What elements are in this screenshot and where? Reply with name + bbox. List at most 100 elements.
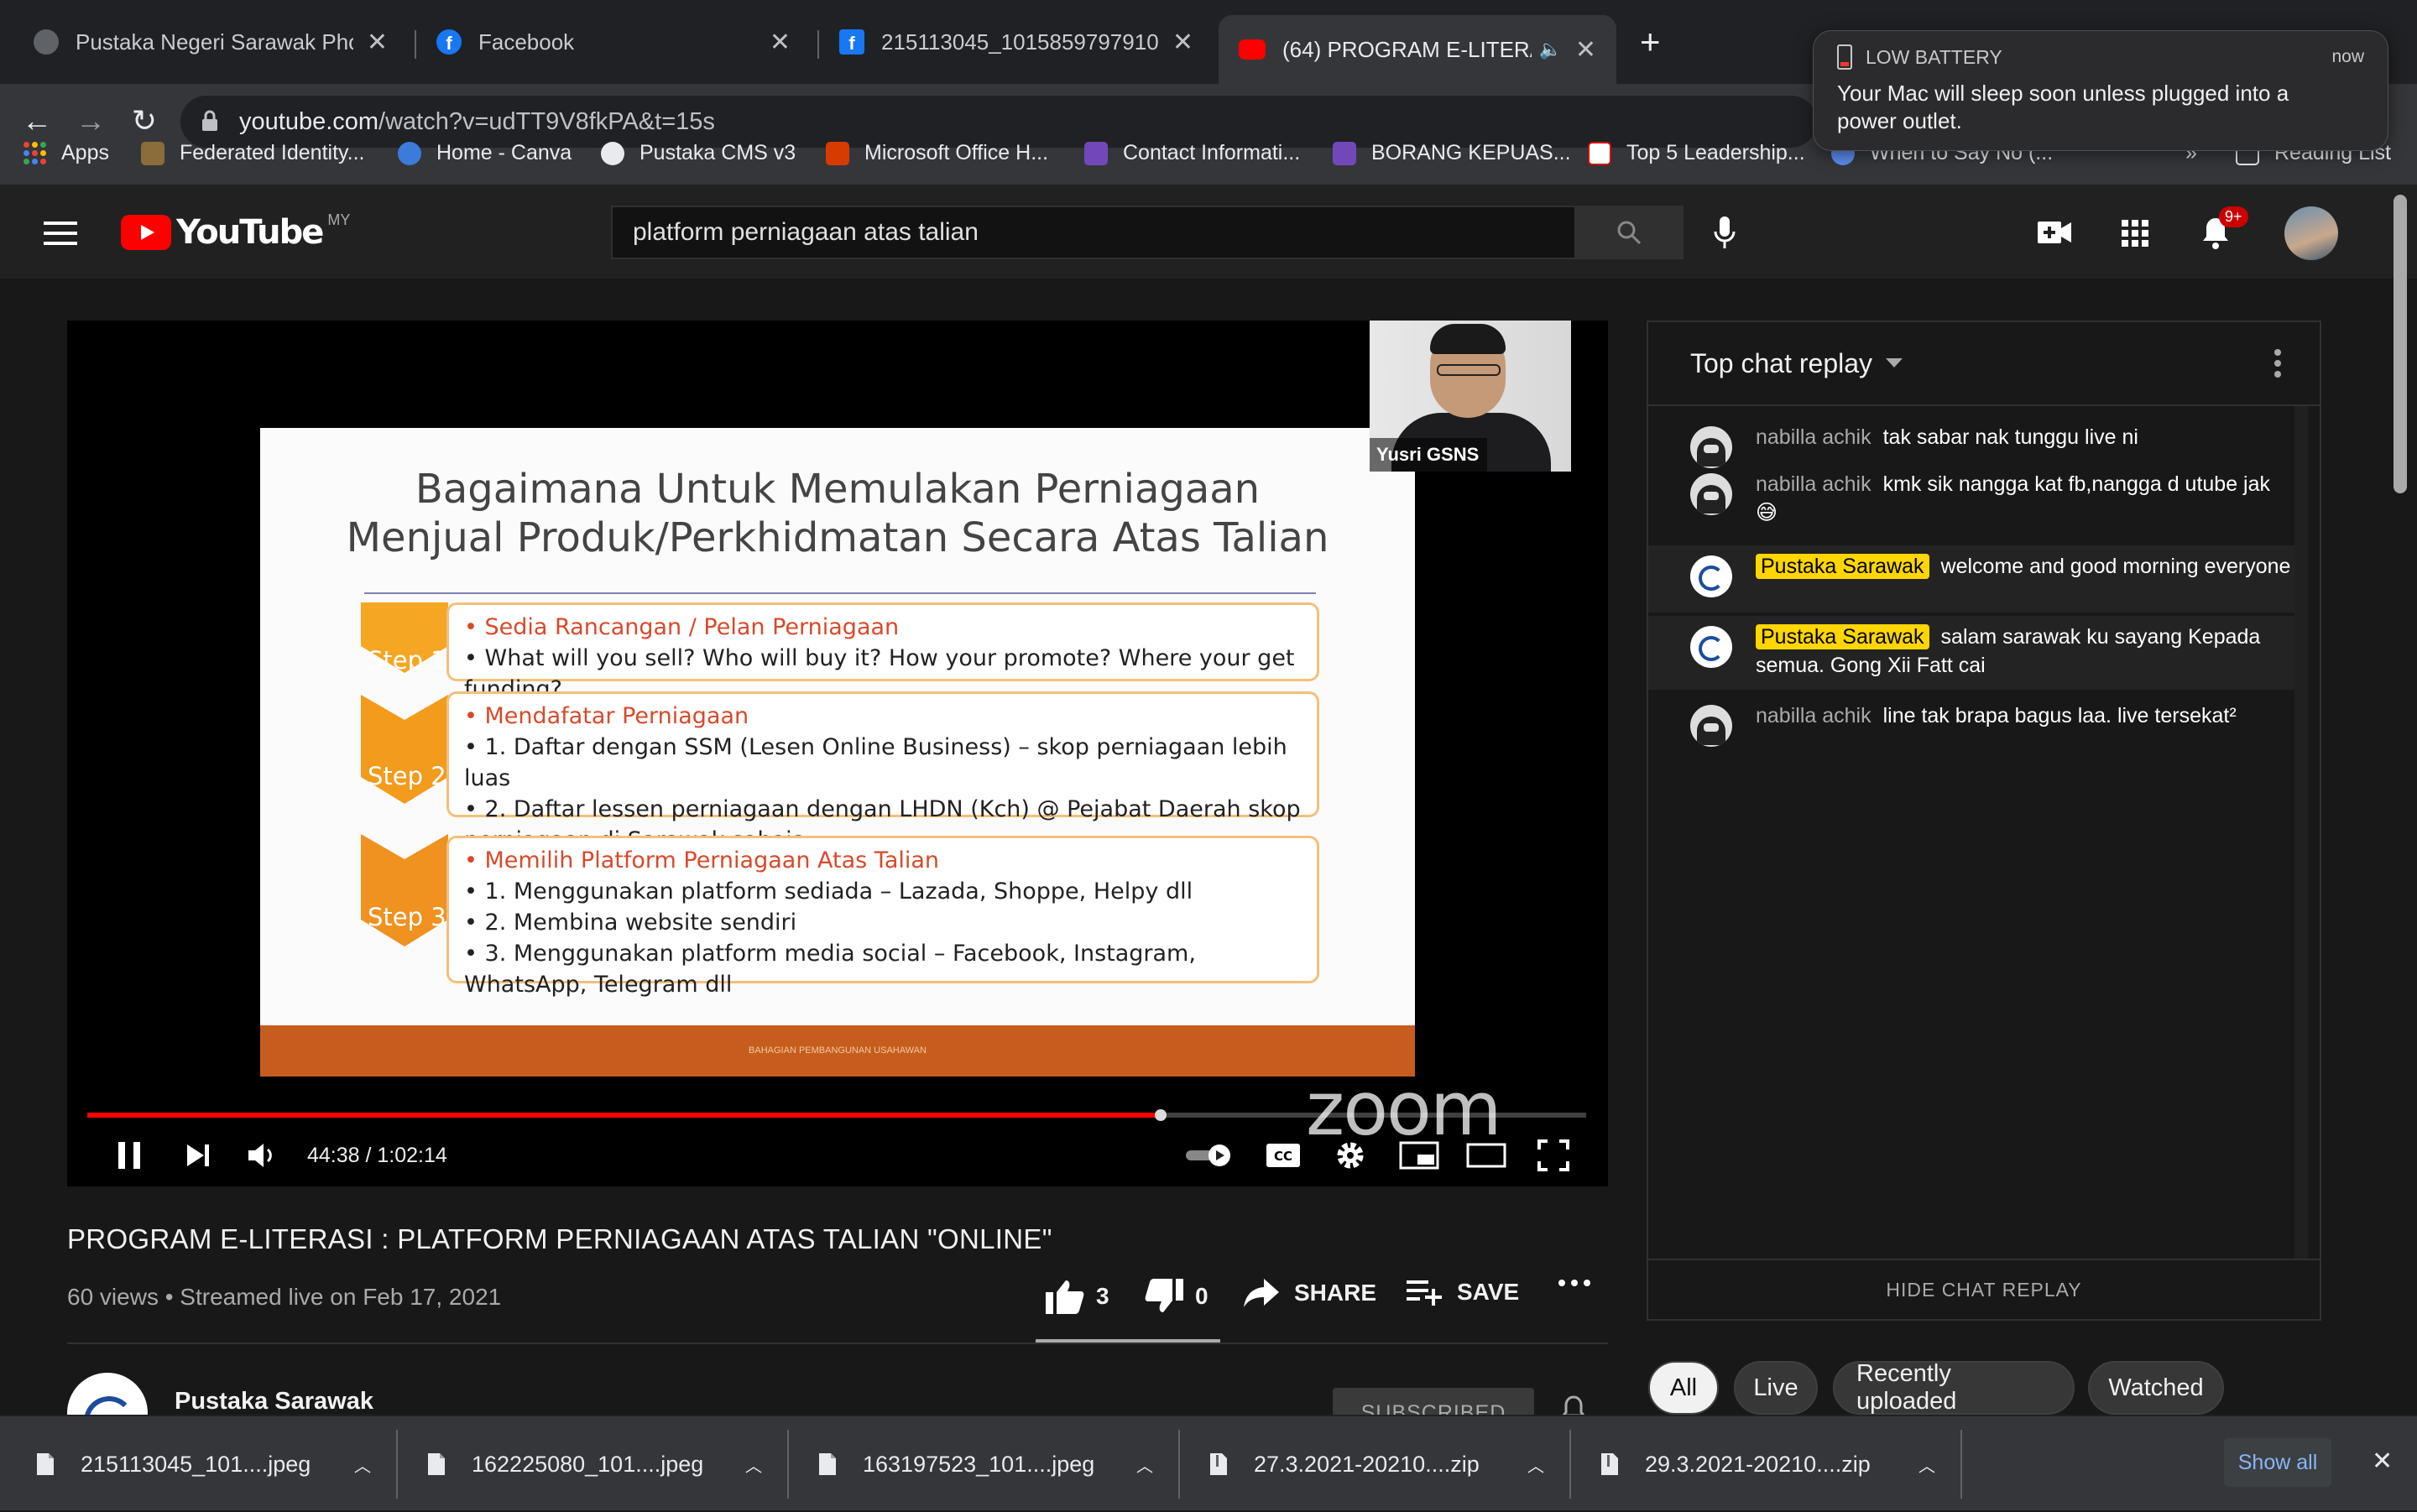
channel-name[interactable]: Pustaka Sarawak (175, 1388, 373, 1416)
settings-button[interactable] (1329, 1130, 1371, 1181)
step-2-box: Mendafatar Perniagaan 1. Daftar dengan S… (446, 691, 1319, 853)
bookmark-contact-information[interactable]: Contact Informati... (1084, 141, 1300, 165)
forward-button[interactable]: → (70, 101, 111, 141)
slide-footer: BAHAGIAN PEMBANGUNAN USAHAWAN (260, 1025, 1415, 1077)
tab-facebook[interactable]: f Facebook ✕ (416, 15, 811, 69)
theater-mode-button[interactable] (1464, 1130, 1509, 1181)
bookmark-borang-kepuasan[interactable]: BORANG KEPUAS... (1333, 141, 1571, 165)
create-video-button[interactable] (2038, 220, 2071, 245)
pause-button[interactable] (111, 1130, 148, 1181)
close-downloads-icon[interactable]: ✕ (2372, 1447, 2393, 1476)
download-item[interactable]: 29.3.2021-20210....zip ︿ (1600, 1416, 1952, 1512)
bookmark-top-5-leadership[interactable]: Top 5 Leadership... (1588, 141, 1805, 165)
chat-message: nabilla achik tak sabar nak tunggu live n… (1648, 416, 2294, 468)
step-3-box: Memilih Platform Perniagaan Atas Talian … (446, 836, 1319, 998)
chevron-up-icon[interactable]: ︿ (354, 1452, 371, 1477)
mute-button[interactable] (243, 1130, 280, 1181)
progress-bar[interactable] (87, 1109, 1586, 1121)
speaker-camera: Yusri GSNS (1370, 321, 1571, 472)
download-item[interactable]: 27.3.2021-20210....zip ︿ (1208, 1416, 1561, 1512)
bookmark-pustaka-cms[interactable]: Pustaka CMS v3 (601, 141, 796, 165)
chevron-up-icon[interactable]: ︿ (1918, 1452, 1935, 1477)
tab-title: Facebook (478, 29, 575, 55)
close-icon[interactable]: ✕ (1575, 35, 1596, 65)
more-vertical-icon[interactable] (2274, 349, 2281, 378)
region-code: MY (327, 211, 351, 228)
chat-mode-dropdown[interactable]: Top chat replay (1690, 348, 1872, 379)
save-button[interactable]: SAVE (1407, 1279, 1519, 1306)
back-button[interactable]: ← (17, 101, 57, 141)
step-1-box: Sedia Rancangan / Pelan Perniagaan What … (446, 602, 1319, 702)
subtitles-button[interactable]: CC (1262, 1130, 1304, 1181)
chat-scrollbar[interactable] (2294, 406, 2308, 1259)
chip-live[interactable]: Live (1734, 1361, 1818, 1415)
download-item[interactable]: 162225080_101....jpeg ︿ (426, 1416, 779, 1512)
chevron-up-icon[interactable]: ︿ (1527, 1452, 1544, 1477)
slide-title-line1: Bagaimana Untuk Memulakan Perniagaan (415, 466, 1261, 513)
chat-text: welcome and good morning everyone (1940, 555, 2291, 578)
low-battery-notification[interactable]: LOW BATTERY now Your Mac will sleep soon… (1813, 30, 2388, 151)
chat-avatar (1690, 473, 1732, 515)
youtube-logo[interactable]: YouTube MY (121, 211, 351, 252)
tab-facebook-image[interactable]: f 215113045_10158597979106223 ✕ (819, 15, 1214, 69)
more-horizontal-icon (1558, 1280, 1590, 1286)
like-button[interactable]: 3 (1046, 1279, 1109, 1314)
chip-recently-uploaded[interactable]: Recently uploaded (1833, 1360, 2075, 1415)
bookmark-microsoft-office[interactable]: Microsoft Office H... (826, 141, 1048, 165)
globe-icon (601, 141, 624, 165)
bookmark-apps[interactable]: Apps (23, 141, 109, 165)
chevron-up-icon[interactable]: ︿ (745, 1452, 762, 1477)
youtube-play-icon (121, 215, 171, 250)
chat-avatar (1690, 626, 1732, 668)
forms-icon (1333, 141, 1356, 165)
address-bar[interactable]: youtube.com/watch?v=udTT9V8fkPA&t=15s (180, 96, 1817, 148)
chat-author: nabilla achik (1756, 472, 1871, 496)
file-icon (428, 1453, 445, 1475)
download-item[interactable]: 215113045_101....jpeg ︿ (35, 1416, 388, 1512)
bookmark-federated-identity[interactable]: Federated Identity... (141, 141, 365, 165)
autoplay-toggle[interactable] (1183, 1130, 1235, 1181)
hide-chat-replay-button[interactable]: HIDE CHAT REPLAY (1648, 1259, 2320, 1319)
address-path: /watch?v=udTT9V8fkPA&t=15s (378, 107, 715, 135)
tab-pustaka-photo[interactable]: Pustaka Negeri Sarawak Photo ✕ (13, 15, 408, 69)
reload-button[interactable]: ↻ (124, 101, 164, 141)
closed-captions-icon: CC (1266, 1144, 1300, 1167)
page-scrollbar[interactable] (2394, 195, 2407, 493)
menu-icon[interactable] (44, 222, 77, 245)
close-icon[interactable]: ✕ (1172, 28, 1193, 57)
more-actions-button[interactable] (1558, 1279, 1591, 1287)
bookmark-canva[interactable]: Home - Canva (398, 141, 572, 165)
chevron-down-icon[interactable] (1886, 358, 1903, 368)
netflix-style-icon (1588, 141, 1611, 165)
apps-button[interactable] (2122, 220, 2148, 247)
search-input[interactable]: platform perniagaan atas talian (611, 206, 1576, 259)
close-icon[interactable]: ✕ (770, 28, 791, 57)
search-button[interactable] (1574, 206, 1684, 259)
chat-text: line tak brapa bagus laa. live tersekat² (1882, 704, 2237, 727)
live-chat-panel: Top chat replay nabilla achik tak sabar n… (1647, 321, 2321, 1321)
dislike-button[interactable]: 0 (1145, 1279, 1208, 1314)
chip-all[interactable]: All (1648, 1361, 1719, 1415)
file-icon (819, 1453, 836, 1475)
video-player[interactable]: Bagaimana Untuk Memulakan Perniagaan Men… (67, 321, 1608, 1186)
notifications-button[interactable]: 9+ (2200, 206, 2248, 250)
thumbs-down-icon (1145, 1279, 1183, 1312)
show-all-downloads-button[interactable]: Show all (2224, 1438, 2331, 1487)
miniplayer-button[interactable] (1396, 1130, 1442, 1181)
share-button[interactable]: SHARE (1244, 1279, 1376, 1307)
new-tab-button[interactable]: + (1640, 22, 1661, 62)
zip-file-icon (1210, 1453, 1227, 1475)
chevron-up-icon[interactable]: ︿ (1136, 1452, 1153, 1477)
notification-count-badge: 9+ (2219, 206, 2248, 227)
avatar[interactable] (2284, 206, 2338, 260)
presentation-slide: Bagaimana Untuk Memulakan Perniagaan Men… (260, 428, 1415, 1077)
close-icon[interactable]: ✕ (367, 28, 388, 57)
fullscreen-button[interactable] (1532, 1130, 1574, 1181)
next-button[interactable] (180, 1130, 217, 1181)
chip-watched[interactable]: Watched (2088, 1361, 2224, 1415)
chat-avatar (1690, 705, 1732, 747)
tab-youtube-active[interactable]: (64) PROGRAM E-LITERASI 🔈 ✕ (1219, 15, 1616, 84)
download-item[interactable]: 163197523_101....jpeg ︿ (817, 1416, 1170, 1512)
speaker-icon[interactable]: 🔈 (1538, 39, 1561, 60)
voice-search-button[interactable] (1712, 215, 1737, 250)
